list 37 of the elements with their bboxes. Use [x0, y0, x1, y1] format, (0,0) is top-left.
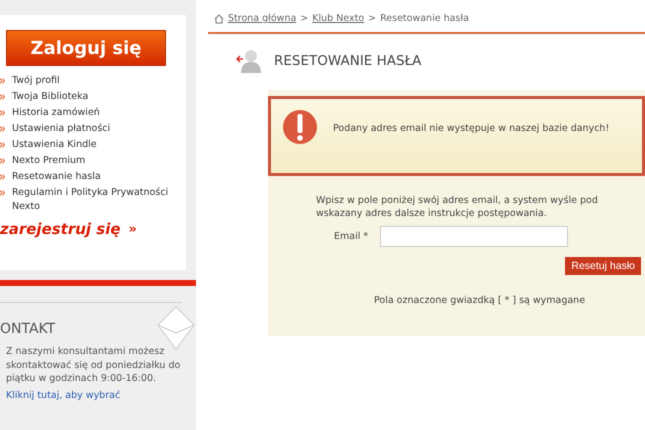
user-icon: [236, 48, 262, 74]
register-arrow: »: [128, 222, 137, 236]
breadcrumb-link[interactable]: Klub Nexto: [312, 13, 364, 24]
chevron-icon: [0, 142, 5, 148]
breadcrumb-link[interactable]: Strona główna: [228, 13, 296, 24]
menu-link[interactable]: Resetowanie hasla: [12, 170, 101, 184]
email-label: Email *: [334, 231, 368, 242]
contact-link[interactable]: Kliknij tutaj, aby wybrać: [0, 390, 186, 400]
chevron-icon: [0, 174, 5, 180]
chevron-icon: [0, 158, 5, 164]
home-icon: [214, 14, 224, 24]
login-button[interactable]: Zaloguj się: [6, 30, 166, 66]
email-input[interactable]: [380, 226, 568, 247]
chevron-icon: [0, 126, 5, 132]
breadcrumb-separator: >: [300, 13, 308, 24]
menu-link[interactable]: Twój profil: [12, 74, 60, 88]
reset-password-button[interactable]: Resetuj hasło: [565, 257, 641, 275]
chevron-icon: [0, 110, 5, 116]
required-note: Pola oznaczone gwiazdką [ * ] są wymagane: [373, 294, 586, 306]
menu-link[interactable]: Twoja Biblioteka: [12, 90, 88, 104]
chevron-icon: [0, 78, 5, 84]
contact-text: Z naszymi konsultantami możesz skontaktować się od poniedziałku do piątku w godzinach 9:00-16:00.: [5, 345, 181, 386]
menu-link[interactable]: Historia zamówień: [12, 106, 100, 120]
exclamation-icon: [283, 107, 317, 147]
breadcrumb-current: Resetowanie hasła: [380, 13, 469, 24]
menu-link[interactable]: Nexto Premium: [12, 154, 86, 168]
contact-title: ONTAKT: [0, 321, 56, 337]
register-link[interactable]: zarejestruj się: [0, 220, 121, 238]
page-title: RESETOWANIE HASŁA: [274, 53, 422, 69]
error-message: Podany adres email nie występuje w naszej bazie danych!: [333, 122, 610, 134]
chevron-icon: [0, 190, 5, 196]
breadcrumb-separator: >: [368, 13, 376, 24]
instructions-text: Wpisz w pole poniżej swój adres email, a system wyśle pod wskazany adres dalsze instrukcje postępowania.: [315, 194, 599, 220]
menu-link[interactable]: Regulamin i Polityka Prywatności Nexto: [12, 186, 178, 214]
menu-link[interactable]: Ustawienia Kindle: [12, 138, 97, 152]
menu-link[interactable]: Ustawienia płatności: [12, 122, 110, 136]
chevron-icon: [0, 94, 5, 100]
